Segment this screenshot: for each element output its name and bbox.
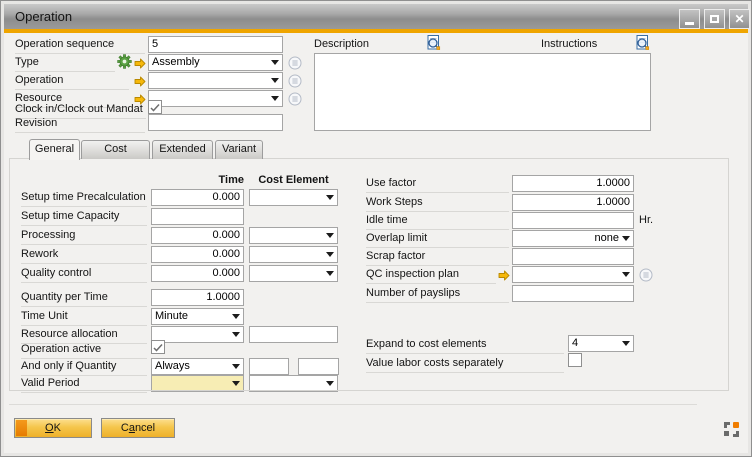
dropdown-arrow-icon <box>271 78 279 83</box>
resize-form-icon[interactable] <box>722 420 741 439</box>
dropdown-arrow-icon <box>271 60 279 65</box>
gear-icon <box>117 54 132 69</box>
operation-choose-list-icon[interactable] <box>288 74 302 88</box>
ok-button-label: OK <box>45 422 61 434</box>
footer-divider <box>9 404 697 405</box>
type-value: Assembly <box>152 56 200 68</box>
instructions-label: Instructions <box>541 38 634 54</box>
type-choose-list-icon[interactable] <box>288 56 302 70</box>
general-tab-panel <box>9 158 729 391</box>
type-label: Type <box>15 56 115 72</box>
tab-general[interactable]: General <box>29 139 80 160</box>
cancel-button-label: Cancel <box>121 422 155 434</box>
ok-button[interactable]: OK <box>14 418 92 438</box>
dropdown-arrow-icon <box>271 96 279 101</box>
clock-mandatory-checkbox[interactable] <box>148 100 162 114</box>
instructions-expand-icon[interactable] <box>634 34 651 51</box>
maximize-button[interactable] <box>704 9 725 29</box>
revision-input[interactable] <box>148 114 283 131</box>
close-icon: ✕ <box>734 13 744 25</box>
type-dropdown[interactable]: Assembly <box>148 54 283 71</box>
title-bar[interactable]: Operation <box>4 4 748 29</box>
resource-dropdown[interactable] <box>148 90 283 107</box>
operation-sequence-input[interactable]: 5 <box>148 36 283 53</box>
type-link-arrow-icon[interactable] <box>134 58 146 69</box>
minimize-icon <box>685 22 694 25</box>
description-expand-icon[interactable] <box>425 34 442 51</box>
check-icon <box>149 102 161 114</box>
tab-extended[interactable]: Extended <box>152 140 213 159</box>
tab-cost[interactable]: Cost <box>81 140 150 159</box>
description-label: Description <box>314 38 425 54</box>
operation-label: Operation <box>15 74 129 90</box>
resource-choose-list-icon[interactable] <box>288 92 302 106</box>
operation-dropdown[interactable] <box>148 72 283 89</box>
page-title: Operation <box>15 9 72 24</box>
cancel-button[interactable]: Cancel <box>101 418 175 438</box>
description-textarea[interactable] <box>314 53 651 131</box>
default-button-marker <box>16 420 27 436</box>
maximize-icon <box>710 15 719 23</box>
operation-dialog: Operation ✕ Operation sequence 5 Type As… <box>0 0 752 457</box>
operation-link-arrow-icon[interactable] <box>134 76 146 87</box>
minimize-button[interactable] <box>679 9 700 29</box>
close-button[interactable]: ✕ <box>729 9 750 29</box>
revision-label: Revision <box>15 117 145 133</box>
operation-sequence-label: Operation sequence <box>15 38 145 54</box>
accent-bar <box>4 29 748 33</box>
tab-variant[interactable]: Variant <box>215 140 263 159</box>
